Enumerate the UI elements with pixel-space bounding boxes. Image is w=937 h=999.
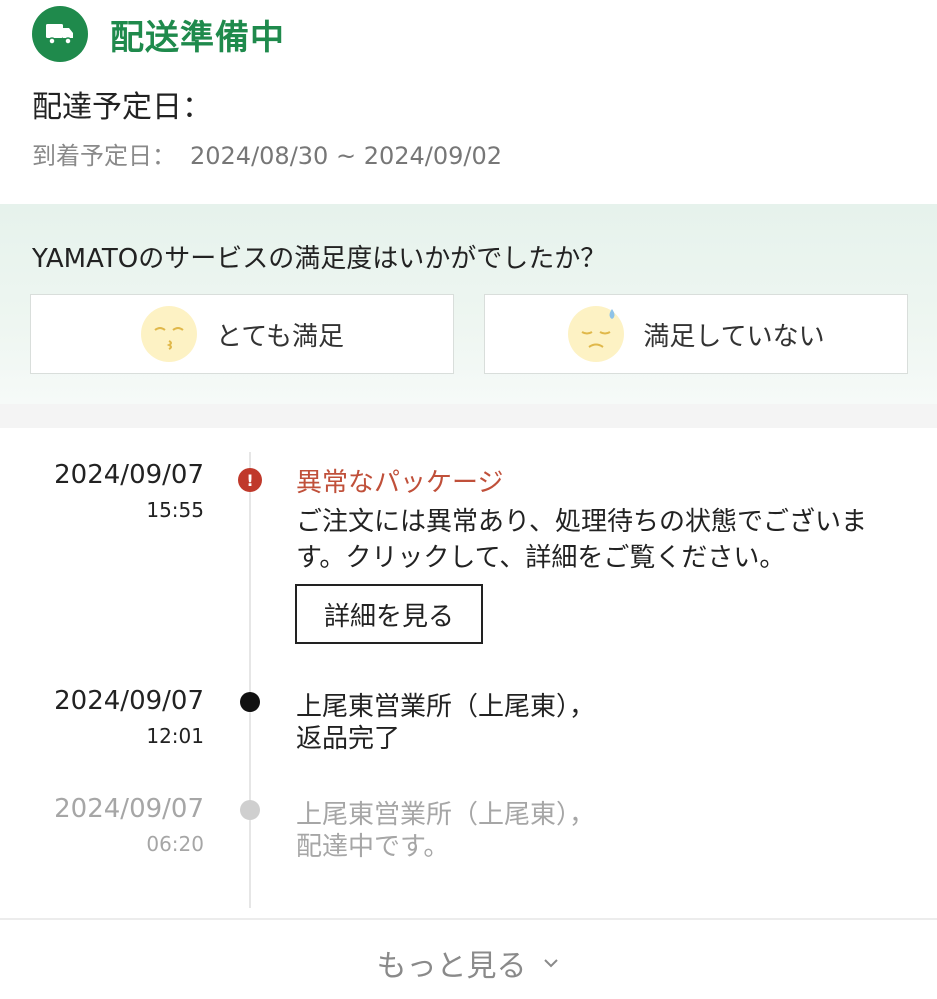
view-details-button[interactable]: 詳細を見る <box>295 584 483 644</box>
arrival-estimate: 到着予定日： 2024/08/30 ~ 2024/09/02 <box>32 136 502 171</box>
footer-divider <box>0 918 937 920</box>
event-2-date: 2024/09/07 <box>54 686 204 716</box>
event-2-status: 返品完了 <box>296 724 401 754</box>
satisfaction-survey: YAMATOのサービスの満足度はいかがでしたか？ とても満足 満足していない <box>0 204 937 404</box>
very-satisfied-button[interactable]: とても満足 <box>30 294 454 374</box>
alert-icon: ! <box>238 468 262 492</box>
not-satisfied-button[interactable]: 満足していない <box>484 294 908 374</box>
show-more-button[interactable]: もっと見る <box>0 930 937 996</box>
event-1-title: 異常なパッケージ <box>296 468 504 498</box>
survey-question: YAMATOのサービスの満足度はいかがでしたか？ <box>32 244 607 274</box>
section-divider <box>0 404 937 428</box>
chevron-down-icon <box>543 959 558 968</box>
event-3-status: 配達中です。 <box>296 832 450 862</box>
sad-face-icon <box>568 306 625 362</box>
timeline-line <box>249 452 251 908</box>
timeline-dot <box>240 800 260 820</box>
shipment-tracking-page: 配送準備中 配達予定日： 到着予定日： 2024/08/30 ~ 2024/09/… <box>0 0 937 999</box>
truck-icon <box>32 6 88 62</box>
not-satisfied-label: 満足していない <box>643 321 825 352</box>
arrival-label: 到着予定日： <box>32 142 176 170</box>
event-1-date: 2024/09/07 <box>54 460 204 490</box>
event-3-date: 2024/09/07 <box>54 794 204 824</box>
status-header: 配送準備中 <box>32 6 285 62</box>
timeline-dot <box>240 692 260 712</box>
status-title: 配送準備中 <box>110 17 285 58</box>
event-1-time: 15:55 <box>146 498 204 522</box>
event-2-time: 12:01 <box>146 724 204 748</box>
delivery-date-label: 配達予定日： <box>32 90 212 125</box>
happy-face-icon <box>141 306 198 362</box>
event-3-time: 06:20 <box>146 832 204 856</box>
arrival-range: 2024/08/30 ~ 2024/09/02 <box>190 142 503 170</box>
show-more-label: もっと見る <box>376 949 527 984</box>
very-satisfied-label: とても満足 <box>216 321 344 352</box>
event-1-description: ご注文には異常あり、処理待ちの状態でございます。クリックして、詳細をご覧ください… <box>296 507 867 573</box>
